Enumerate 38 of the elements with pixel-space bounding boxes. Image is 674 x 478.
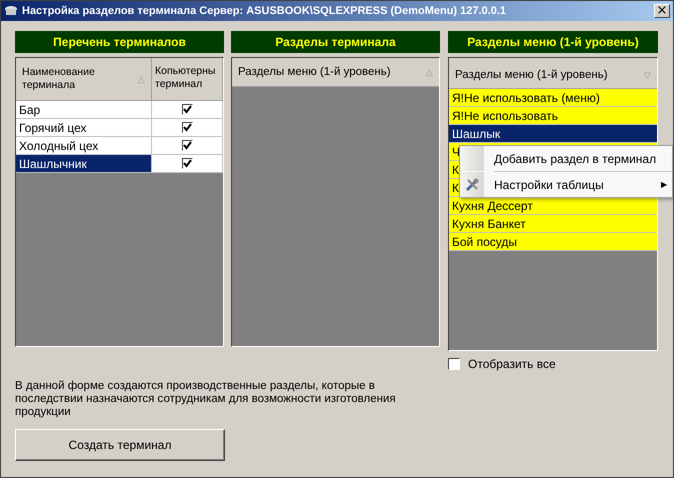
list-row[interactable]: Кухня Банкет (449, 215, 657, 233)
list-row[interactable]: Шашлык (449, 125, 657, 143)
table-cell[interactable]: Горячий цех (16, 119, 152, 137)
cup-icon (4, 5, 18, 17)
column-header[interactable]: Разделы меню (1-й уровень) △ (232, 58, 439, 87)
checkbox[interactable] (182, 140, 192, 151)
window-title: Настройка разделов терминала Сервер: ASUSBOOK\SQLEXPRESS (DemoMenu) 127.0.0.1 (22, 5, 508, 17)
list-row[interactable]: Кухня Дессерт (449, 197, 657, 215)
submenu-arrow-icon: ▶ (661, 180, 667, 189)
checkbox[interactable] (448, 358, 460, 370)
list-row[interactable]: Бой посуды (449, 233, 657, 251)
checkbox-label: Отобразить все (468, 357, 556, 371)
close-button[interactable]: × (654, 4, 670, 18)
checkbox[interactable] (182, 158, 192, 169)
menu-item-label: Настройки таблицы (494, 178, 605, 192)
checkbox[interactable] (182, 122, 192, 133)
sort-icon: ▽ (644, 70, 651, 80)
column-header[interactable]: Разделы меню (1-й уровень) ▽ (449, 58, 657, 89)
column-title: Разделы меню (1-й уровень) (455, 68, 608, 80)
column-title: Разделы меню (1-й уровень) (238, 66, 391, 78)
menu-item[interactable]: Настройки таблицы ▶ (460, 172, 672, 197)
list-row[interactable]: Я!Не использовать (меню) (449, 89, 657, 107)
menu-item-label: Добавить раздел в терминал (494, 152, 658, 166)
table-cell[interactable]: Бар (16, 101, 152, 119)
panel-header: Разделы меню (1-й уровень) (448, 31, 658, 53)
sort-icon: △ (138, 72, 145, 86)
tools-icon (464, 176, 480, 192)
sort-icon: △ (426, 67, 433, 77)
table-cell[interactable]: Шашлычник (16, 155, 152, 173)
panel-header: Перечень терминалов (15, 31, 224, 53)
panel-header: Разделы терминала (231, 31, 440, 53)
menu-item[interactable]: Добавить раздел в терминал (460, 146, 672, 171)
checkbox[interactable] (182, 104, 192, 115)
column-title: Наименование терминала (22, 66, 96, 92)
description-text: В данной форме создаются производственные разделы, которые в последствии назначаются сотрудникам для возможности изготовления продукции (15, 380, 397, 419)
list-row[interactable]: Я!Не использовать (449, 107, 657, 125)
table-cell[interactable]: Холодный цех (16, 137, 152, 155)
create-terminal-button[interactable]: Создать терминал (15, 429, 225, 461)
